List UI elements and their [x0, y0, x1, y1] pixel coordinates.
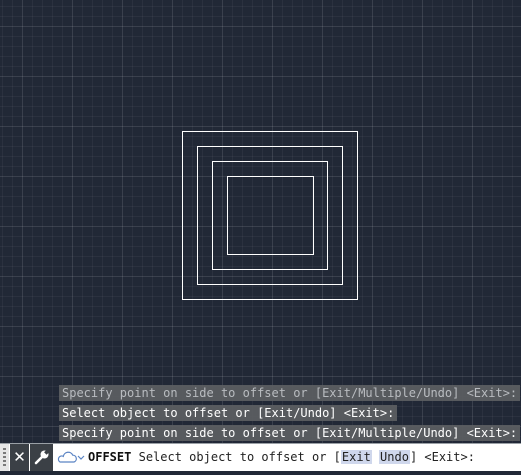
wrench-icon[interactable] — [30, 444, 53, 471]
command-line-bar: ✕ OFFSET Select object to offset or [Exi… — [0, 443, 521, 471]
close-icon[interactable]: ✕ — [10, 444, 29, 471]
drag-handle[interactable] — [0, 444, 9, 471]
command-history-line: Select object to offset or [Exit/Undo] <… — [59, 405, 398, 421]
offset-square-4[interactable] — [227, 176, 314, 255]
offset-square-3[interactable] — [212, 161, 328, 270]
offset-square-1[interactable] — [182, 131, 358, 300]
command-prompt[interactable]: OFFSET Select object to offset or [Exit … — [88, 444, 475, 471]
active-command: OFFSET — [88, 450, 132, 464]
prompt-default: ] <Exit>: — [409, 450, 475, 464]
offset-square-2[interactable] — [197, 146, 343, 285]
drawing-geometry[interactable] — [0, 0, 521, 443]
command-history-line: Specify point on side to offset or [Exit… — [59, 385, 521, 401]
option-exit[interactable]: Exit — [340, 450, 372, 464]
prompt-text: Select object to offset or [ — [138, 450, 341, 464]
command-history-line: Specify point on side to offset or [Exit… — [59, 425, 521, 441]
recent-commands-icon[interactable] — [56, 448, 86, 467]
option-undo[interactable]: Undo — [379, 450, 410, 464]
drawing-canvas[interactable] — [0, 0, 521, 443]
